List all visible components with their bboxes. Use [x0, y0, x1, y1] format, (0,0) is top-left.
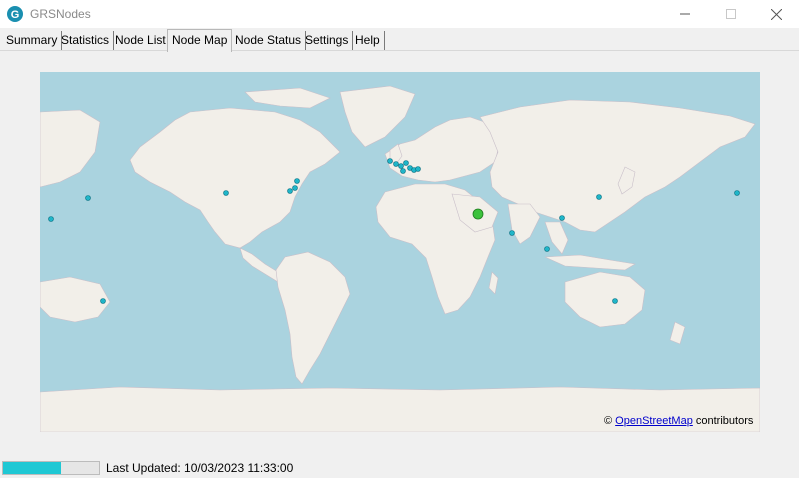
last-updated-label: Last Updated: 10/03/2023 11:33:00	[106, 461, 294, 475]
copyright-symbol: ©	[604, 415, 613, 427]
g-logo-icon: G	[7, 6, 23, 22]
status-bar: Last Updated: 10/03/2023 11:33:00	[0, 456, 799, 478]
land-australia	[564, 271, 646, 328]
land-indonesia	[544, 254, 636, 271]
tab-strip: Summary Statistics Node List Node Map No…	[0, 29, 799, 52]
land-masses	[40, 85, 760, 432]
map-attribution: © OpenStreetMap contributors	[604, 415, 753, 427]
node-marker	[544, 246, 550, 252]
node-marker	[387, 158, 393, 164]
land-asia-west-wrap	[40, 109, 101, 188]
node-marker	[393, 161, 399, 167]
node-marker	[48, 216, 54, 222]
land-north-america	[129, 107, 341, 249]
tab-node-list[interactable]: Node List	[111, 31, 171, 51]
node-marker	[85, 195, 91, 201]
world-map[interactable]	[40, 72, 760, 432]
node-marker	[559, 215, 565, 221]
tab-settings[interactable]: Settings	[301, 31, 354, 51]
land-madagascar	[488, 271, 499, 295]
node-marker	[223, 190, 229, 196]
close-button[interactable]	[753, 0, 799, 28]
title-bar: G GRSNodes	[0, 0, 799, 28]
close-icon	[770, 8, 782, 20]
node-marker	[400, 168, 406, 174]
node-marker	[509, 230, 515, 236]
land-australia-west-wrap	[40, 276, 111, 323]
attribution-suffix: contributors	[695, 415, 754, 427]
node-marker	[612, 298, 618, 304]
land-south-america	[275, 251, 351, 385]
node-marker	[294, 178, 300, 184]
home-node-marker	[472, 208, 484, 220]
maximize-button[interactable]	[708, 0, 754, 28]
node-marker	[287, 188, 293, 194]
node-marker	[292, 185, 298, 191]
node-marker	[398, 163, 404, 169]
refresh-progress-bar	[2, 461, 100, 475]
land-greenland	[339, 85, 416, 148]
land-new-zealand	[669, 321, 686, 345]
minimize-icon	[680, 13, 690, 15]
svg-text:G: G	[11, 9, 20, 21]
tab-help[interactable]: Help	[351, 31, 385, 51]
node-marker	[403, 160, 409, 166]
progress-fill	[3, 462, 61, 474]
tab-node-status[interactable]: Node Status	[231, 31, 307, 51]
tab-summary[interactable]: Summary	[2, 31, 63, 51]
node-marker	[596, 194, 602, 200]
openstreetmap-link[interactable]: OpenStreetMap	[615, 415, 693, 427]
tab-node-map[interactable]: Node Map	[167, 29, 233, 52]
map-canvas	[40, 85, 760, 432]
minimize-button[interactable]	[662, 0, 708, 28]
tab-statistics[interactable]: Statistics	[57, 31, 115, 51]
node-marker	[100, 298, 106, 304]
maximize-icon	[726, 9, 736, 19]
land-arctic-islands	[244, 87, 331, 109]
node-marker	[734, 190, 740, 196]
window-title: GRSNodes	[30, 7, 91, 21]
node-marker	[415, 166, 421, 172]
